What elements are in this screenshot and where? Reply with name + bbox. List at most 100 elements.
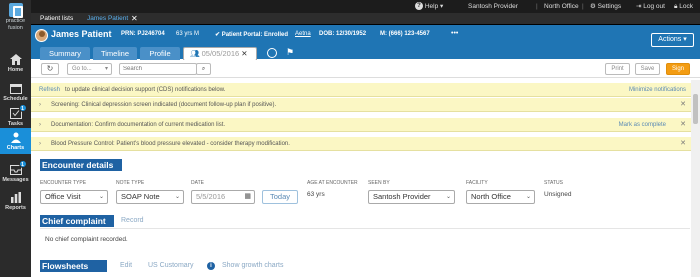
patient-dob: DOB: 12/30/1952 <box>319 31 367 37</box>
close-icon[interactable]: ✕ <box>680 118 686 132</box>
calendar-icon[interactable]: ▦ <box>244 191 251 203</box>
info-icon[interactable]: i <box>207 262 215 270</box>
settings-button[interactable]: ⚙ Settings <box>590 0 621 13</box>
tab-patient-lists[interactable]: Patient lists <box>40 13 73 25</box>
tab-james-patient[interactable]: James Patient <box>87 13 128 25</box>
home-icon <box>9 53 22 65</box>
logo-mark-icon <box>8 3 23 18</box>
seen-by-select[interactable]: Santosh Provider ⌄ <box>368 190 455 204</box>
sidebar-item-charts[interactable]: Charts <box>0 128 31 154</box>
encounter-tab-label: 05/05/2016 <box>201 49 240 58</box>
cds-alert[interactable]: › Documentation: Confirm documentation o… <box>31 118 691 132</box>
note-type-label: Note type <box>116 180 145 186</box>
tab-profile[interactable]: Profile <box>140 47 180 60</box>
search-icon[interactable]: ⌕ <box>196 63 211 75</box>
refresh-icon[interactable]: ↻ <box>41 63 59 75</box>
chevron-down-icon: ⌄ <box>525 194 531 200</box>
sidebar-item-label: Home <box>7 66 24 73</box>
growth-charts-link[interactable]: Show growth charts <box>222 262 283 269</box>
status-label: Status <box>544 180 563 186</box>
insurer-link[interactable]: Aetna <box>295 31 311 37</box>
alert-text: Documentation: Confirm documentation of … <box>51 122 226 128</box>
note-type-select[interactable]: SOAP Note ⌄ <box>116 190 184 204</box>
sidebar-item-label: Messages <box>2 176 29 183</box>
units-link[interactable]: US Customary <box>148 262 194 269</box>
sidebar: practice fusion Home Schedule 1 Tasks Ch… <box>0 0 31 277</box>
goto-label: Go to... <box>72 66 92 72</box>
logout-icon: ⇥ <box>636 3 642 10</box>
patient-phone: M: (666) 123-4567 <box>380 31 430 37</box>
help-label: Help <box>424 3 439 10</box>
status-value: Unsigned <box>544 191 572 198</box>
help-menu[interactable]: ? Help ▾ <box>415 0 443 13</box>
tab-summary[interactable]: Summary <box>40 47 90 60</box>
date-input[interactable]: 5/5/2016 ▦ <box>191 190 255 204</box>
minimize-notifications-link[interactable]: Minimize notifications <box>629 83 686 97</box>
goto-select[interactable]: Go to... ▾ <box>67 63 112 75</box>
chevron-down-icon: ⌄ <box>445 194 451 200</box>
avatar[interactable] <box>35 29 48 42</box>
mark-as-complete-link[interactable]: Mark as complete <box>619 118 666 132</box>
tab-timeline[interactable]: Timeline <box>93 47 137 60</box>
lock-label: Lock <box>679 3 694 10</box>
toolbar: ↻ Go to... ▾ ⌕ Print Save Sign <box>31 60 700 78</box>
close-icon[interactable]: ✕ <box>680 137 686 151</box>
avatar-hair <box>39 31 45 37</box>
calendar-icon <box>9 83 22 94</box>
encounter-type-select[interactable]: Office Visit ⌄ <box>40 190 108 204</box>
scrollbar[interactable] <box>691 80 700 277</box>
chevron-down-icon: ⌄ <box>174 194 180 200</box>
today-button[interactable]: Today <box>262 190 298 204</box>
sidebar-item-home[interactable]: Home <box>0 48 31 78</box>
logout-button[interactable]: ⇥ Log out <box>636 0 665 13</box>
tasks-icon-wrap: 1 <box>9 103 27 119</box>
tab-encounter[interactable]: 👥︎ 05/05/2016 ✕ <box>183 47 257 61</box>
chevron-down-icon: ▾ <box>440 3 444 10</box>
close-tab-icon[interactable]: ✕ <box>131 13 138 25</box>
date-label: Date <box>191 180 204 186</box>
print-button[interactable]: Print <box>605 63 630 75</box>
divider: | <box>536 3 538 10</box>
cds-alert[interactable]: › Blood Pressure Control: Patient's bloo… <box>31 137 691 151</box>
sidebar-item-label: Charts <box>6 144 25 151</box>
provider-name: Santosh Provider <box>468 3 518 10</box>
messages-badge: 1 <box>18 159 27 168</box>
lock-button[interactable]: 🔒︎ Lock <box>674 0 693 13</box>
cds-alert[interactable]: › Screening: Clinical depression screen … <box>31 98 691 112</box>
chevron-down-icon: ▾ <box>104 66 108 72</box>
chevron-right-icon[interactable]: › <box>39 118 41 132</box>
facility-label: Facility <box>466 180 488 186</box>
chevron-right-icon[interactable]: › <box>39 98 41 112</box>
provider-menu[interactable]: Santosh Provider <box>468 0 518 13</box>
scrollbar-thumb[interactable] <box>693 94 698 124</box>
facility-value: North Office <box>471 192 511 201</box>
sidebar-item-messages[interactable]: 1 Messages <box>0 158 31 188</box>
close-icon[interactable]: ✕ <box>241 49 247 58</box>
encounter-type-label: Encounter type <box>40 180 87 186</box>
practice-fusion-logo[interactable]: practice fusion <box>0 0 31 40</box>
office-name: North Office <box>544 3 579 10</box>
search-input[interactable] <box>119 63 197 75</box>
clock-icon[interactable] <box>267 48 277 58</box>
sign-button[interactable]: Sign <box>666 63 690 75</box>
date-value: 5/5/2016 <box>196 192 226 201</box>
close-icon[interactable]: ✕ <box>680 98 686 112</box>
flag-icon[interactable]: ⚑ <box>286 47 294 58</box>
chief-complaint-empty-text: No chief complaint recorded. <box>45 236 128 243</box>
seen-by-value: Santosh Provider <box>373 192 431 201</box>
sidebar-item-label: Schedule <box>3 95 28 102</box>
record-link[interactable]: Record <box>121 217 144 224</box>
more-options-icon[interactable]: ••• <box>451 30 458 37</box>
lock-icon: 🔒︎ <box>674 3 678 10</box>
office-menu[interactable]: North Office <box>544 0 579 13</box>
refresh-link[interactable]: Refresh <box>39 83 60 97</box>
chevron-right-icon[interactable]: › <box>39 137 41 151</box>
save-button[interactable]: Save <box>635 63 660 75</box>
facility-select[interactable]: North Office ⌄ <box>466 190 535 204</box>
actions-button[interactable]: Actions ▾ <box>651 33 694 47</box>
sidebar-item-reports[interactable]: Reports <box>0 186 31 216</box>
portal-label: Patient Portal: Enrolled <box>221 32 289 38</box>
edit-link[interactable]: Edit <box>120 262 132 269</box>
refresh-text: to update clinical decision support (CDS… <box>65 87 226 93</box>
actions-label: Actions <box>658 36 682 43</box>
